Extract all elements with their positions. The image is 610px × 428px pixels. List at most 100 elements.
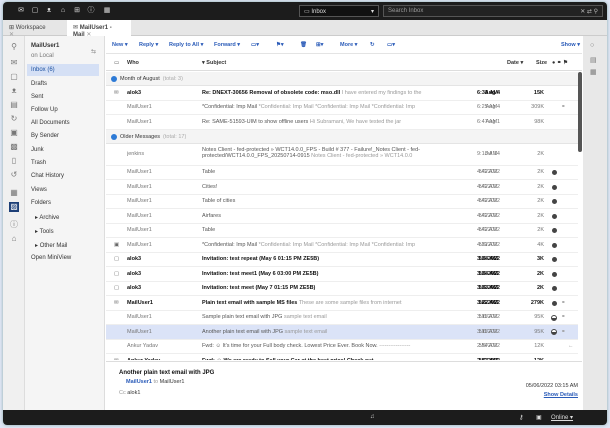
unread-dot-icon[interactable] xyxy=(552,170,557,176)
column-subject[interactable]: ▾ Subject xyxy=(202,60,226,66)
status-columns-icon[interactable]: ● ⚭ ⚑ xyxy=(552,60,568,66)
account-switch-icon[interactable]: ⇆ xyxy=(91,48,96,55)
group-header[interactable]: Older Messages (total: 17) xyxy=(106,129,578,144)
info-icon[interactable]: ⓘ xyxy=(9,220,19,230)
message-row[interactable]: MailUser1 Table 5/6/2022 4:42 AM 2K xyxy=(106,166,578,180)
lightbulb-icon[interactable]: ○ xyxy=(590,42,594,49)
sidebar-panel-icon[interactable]: ▤ xyxy=(590,56,597,64)
message-row[interactable]: Ankur Yadav Fwd: ☺ It's time for your Ful… xyxy=(106,340,578,354)
nav-inbox[interactable]: Inbox (6) xyxy=(27,64,99,76)
nav-follow-up[interactable]: Follow Up xyxy=(31,104,103,116)
unread-dot-icon[interactable] xyxy=(552,286,557,292)
unread-dot-icon[interactable] xyxy=(552,213,557,219)
chat-icon[interactable]: ▭▾ xyxy=(387,42,395,48)
message-row[interactable]: ▣ MailUser1 *Confidential: Imp Mail *Confi… xyxy=(106,238,578,253)
add-icon[interactable]: ⊞▾ xyxy=(316,42,323,48)
forward-button[interactable]: Forward ▾ xyxy=(214,42,240,48)
connections-icon[interactable]: ▨ xyxy=(9,202,19,212)
message-row[interactable]: MailUser1 *Confidential: Imp Mail *Confid… xyxy=(106,101,578,115)
key-icon[interactable]: ⚷ xyxy=(519,414,523,421)
feeds-icon[interactable]: ▩ xyxy=(9,142,19,152)
refresh-icon[interactable]: ↻ xyxy=(370,42,375,48)
message-row[interactable]: MailUser1 Another plain text email with J… xyxy=(106,325,578,340)
reply-button[interactable]: Reply ▾ xyxy=(139,42,158,48)
search-icon[interactable]: ✕ ⇄ ⚲ xyxy=(580,8,598,15)
preview-from[interactable]: MailUser1 xyxy=(126,379,152,385)
activities-icon[interactable]: ▦ xyxy=(9,188,19,198)
home-icon[interactable]: ⌂ xyxy=(59,7,67,15)
notebook-icon[interactable]: ▣ xyxy=(9,128,19,138)
partially-read-icon[interactable] xyxy=(551,314,557,321)
sync-icon[interactable]: ↻ xyxy=(9,114,19,124)
delete-icon[interactable]: 🗑 xyxy=(300,42,307,48)
bookmark-icon[interactable]: ▯ xyxy=(9,156,19,166)
nav-views[interactable]: Views xyxy=(31,184,103,196)
message-row[interactable]: ▢ alok3 Invitation: test repeat (May 6 01:… xyxy=(106,253,578,267)
list-scrollbar[interactable] xyxy=(578,72,582,152)
mail-icon[interactable]: ✉ xyxy=(9,58,19,68)
nav-by-sender[interactable]: By Sender xyxy=(31,130,103,142)
calendar-panel-icon[interactable]: ▦ xyxy=(590,68,597,76)
nav-junk[interactable]: Junk xyxy=(31,144,103,156)
tab-mail[interactable]: ✉ MailUser1 - Mail ✕ xyxy=(67,20,131,38)
calendar-icon[interactable]: ▢ xyxy=(31,7,39,15)
tab-workspace[interactable]: ⊞ Workspace ✕ xyxy=(3,20,58,38)
apps-icon[interactable]: ⊞ xyxy=(73,7,81,15)
nav-tools[interactable]: ▸ Tools xyxy=(31,225,103,237)
nav-trash[interactable]: Trash xyxy=(31,157,103,169)
unread-dot-icon[interactable] xyxy=(552,257,557,263)
message-row[interactable]: jenkins Notes Client - fed-protected » WC… xyxy=(106,144,578,166)
history-icon[interactable]: ↺ xyxy=(9,170,19,180)
flag-icon[interactable]: ⚑▾ xyxy=(276,42,284,48)
nav-archive[interactable]: ▸ Archive xyxy=(31,211,103,223)
move-folder-icon[interactable]: ▭▾ xyxy=(251,42,259,48)
message-row[interactable]: ✉ Ankur Yadav Fwd: ☺ We are ready to Sell … xyxy=(106,354,578,360)
column-size[interactable]: Size xyxy=(536,60,547,66)
nav-chat-history[interactable]: Chat History xyxy=(31,170,103,182)
preview-cc[interactable]: alok1 xyxy=(127,390,140,396)
message-row[interactable]: ▢ alok3 Invitation: test meet (May 7 01:15… xyxy=(106,282,578,296)
message-row[interactable]: MailUser1 Cities! 5/6/2022 4:42 AM 2K xyxy=(106,180,578,195)
message-row[interactable]: ✉ MailUser1 Plain text email with sample M… xyxy=(106,296,578,311)
expand-icon[interactable] xyxy=(111,76,117,82)
select-all-icon[interactable]: ▭ xyxy=(114,60,119,66)
online-status-button[interactable]: Online ▾ xyxy=(551,414,573,421)
column-date[interactable]: Date ▾ xyxy=(507,60,523,66)
todo-icon[interactable]: ▤ xyxy=(9,100,19,110)
message-row[interactable]: MailUser1 Table 5/6/2022 4:42 AM 2K xyxy=(106,224,578,238)
unread-dot-icon[interactable] xyxy=(552,271,557,277)
new-button[interactable]: New ▾ xyxy=(112,42,128,48)
unread-dot-icon[interactable] xyxy=(552,199,557,205)
message-row[interactable]: MailUser1 Airfares 5/6/2022 4:42 AM 2K xyxy=(106,209,578,224)
message-row[interactable]: ✉ alok3 Re: DNEXT-30656 Removal of obsolet… xyxy=(106,86,578,101)
more-button[interactable]: More ▾ xyxy=(340,42,357,48)
location-select[interactable]: ▭ Inbox ▾ xyxy=(299,5,379,17)
contacts-icon[interactable]: ᴥ xyxy=(45,7,53,15)
unread-dot-icon[interactable] xyxy=(552,300,557,306)
expand-icon[interactable] xyxy=(111,133,117,140)
status-people-icon[interactable]: ▣ xyxy=(536,414,542,421)
info-icon[interactable]: ⓘ xyxy=(87,7,95,15)
reply-all-button[interactable]: Reply to All ▾ xyxy=(169,42,203,48)
contacts-icon[interactable]: ᴥ xyxy=(9,86,19,96)
group-header[interactable]: Month of August (total: 3) xyxy=(106,72,578,86)
nav-all-documents[interactable]: All Documents xyxy=(31,117,103,129)
column-who[interactable]: Who xyxy=(127,60,139,66)
calendar-icon[interactable]: ▢ xyxy=(9,72,19,82)
nav-sent[interactable]: Sent xyxy=(31,91,103,103)
nav-folders[interactable]: Folders xyxy=(31,197,103,209)
nav-drafts[interactable]: Drafts xyxy=(31,78,103,90)
nav-open-miniview[interactable]: Open MiniView xyxy=(31,252,103,264)
mail-icon[interactable]: ✉ xyxy=(17,7,25,15)
preview-to[interactable]: MailUser1 xyxy=(160,379,185,385)
message-row[interactable]: MailUser1 Table of cities 5/6/2022 4:42 AM 2… xyxy=(106,195,578,209)
nav-other-mail[interactable]: ▸ Other Mail xyxy=(31,239,103,251)
partially-read-icon[interactable] xyxy=(551,329,557,336)
unread-dot-icon[interactable] xyxy=(552,184,557,190)
search-icon[interactable]: ⚲ xyxy=(9,42,19,52)
message-row[interactable]: MailUser1 Re: SAME-51593-UIM to show offl… xyxy=(106,115,578,130)
notification-icon[interactable]: ♫ xyxy=(370,414,375,420)
show-button[interactable]: Show ▾ xyxy=(561,42,580,48)
unread-dot-icon[interactable] xyxy=(552,242,557,248)
message-row[interactable]: ▢ alok3 Invitation: test meet1 (May 6 03:0… xyxy=(106,267,578,282)
